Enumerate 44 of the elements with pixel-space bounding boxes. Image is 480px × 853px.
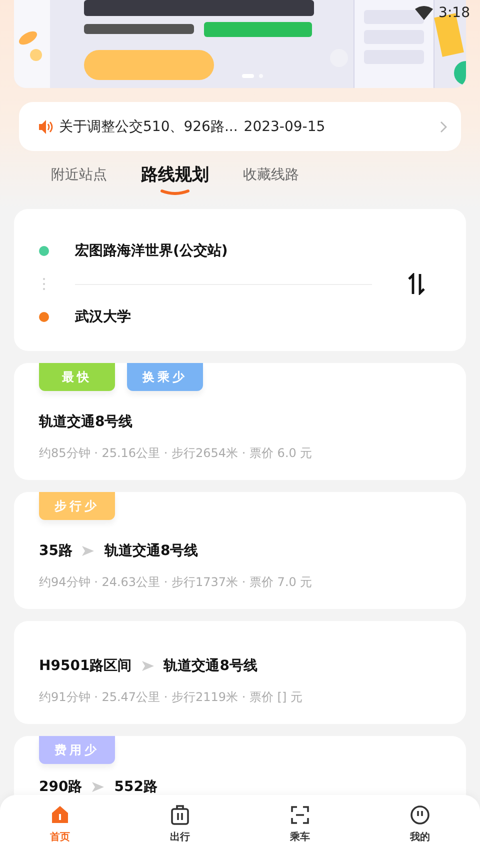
- transfer-arrow-icon: [92, 782, 104, 792]
- route-line: 290路: [39, 778, 82, 796]
- transfer-arrow-icon: [142, 661, 154, 671]
- tab[interactable]: 路线规划: [141, 163, 209, 195]
- route-summary: 约94分钟 · 24.63公里 · 步行1737米 · 票价 7.0 元: [39, 574, 314, 591]
- route-card[interactable]: 费用少 290路 552路: [14, 736, 466, 796]
- route-summary: 约85分钟 · 25.16公里 · 步行2654米 · 票价 6.0 元: [39, 445, 314, 462]
- house-icon: [50, 805, 70, 825]
- route-card[interactable]: H9501路区间 轨道交通8号线 约91分钟 · 25.47公里 · 步行2119米 · 票价 [] 元: [14, 621, 466, 724]
- destination-stop[interactable]: 武汉大学: [75, 308, 131, 326]
- route-line: 35路: [39, 542, 72, 560]
- tab[interactable]: 收藏线路: [243, 166, 299, 184]
- scan-icon: [290, 805, 310, 825]
- notice-date: 2023-09-15: [244, 118, 326, 134]
- route-line: 轨道交通8号线: [164, 657, 258, 675]
- route-summary: 约91分钟 · 25.47公里 · 步行2119米 · 票价 [] 元: [39, 689, 304, 706]
- nav-tab[interactable]: 出行: [120, 795, 240, 853]
- notice-bar[interactable]: 关于调整公交510、926路... 2023-09-15: [19, 102, 461, 151]
- route-card[interactable]: 最快 换乘少 轨道交通8号线 约85分钟 · 25.16公里 · 步行2654米 · 票价 6.0 元: [14, 363, 466, 480]
- tab-underline: [160, 189, 190, 195]
- route-line: 552路: [114, 778, 158, 796]
- origin-stop[interactable]: 宏图路海洋世界(公交站): [75, 242, 228, 260]
- transfer-arrow-icon: [82, 546, 94, 556]
- tab[interactable]: 附近站点: [51, 166, 107, 184]
- clock-time: 3:18: [438, 5, 470, 21]
- notice-text: 关于调整公交510、926路...: [59, 118, 238, 136]
- nav-tab[interactable]: 乘车: [240, 795, 360, 853]
- wifi-icon: [414, 6, 433, 20]
- route-card[interactable]: 步行少 35路 轨道交通8号线 约94分钟 · 24.63公里 · 步行1737米 · 票价 7.0 元: [14, 492, 466, 609]
- route-line: H9501路区间: [39, 657, 132, 675]
- location-dot: [39, 246, 49, 256]
- route-tag: 最快: [39, 363, 115, 391]
- swap-icon[interactable]: [408, 273, 426, 295]
- suitcase-icon: [170, 805, 190, 825]
- chevron-right-icon: [440, 120, 447, 132]
- nav-tab[interactable]: 我的: [360, 795, 480, 853]
- route-line: 轨道交通8号线: [39, 413, 133, 431]
- location-dot: [39, 312, 49, 322]
- face-icon: [410, 805, 430, 825]
- route-tag: 步行少: [39, 492, 115, 520]
- route-tag: 费用少: [39, 736, 115, 764]
- speaker-icon: [39, 120, 53, 134]
- route-tag: 换乘少: [127, 363, 203, 391]
- route-line: 轨道交通8号线: [104, 542, 198, 560]
